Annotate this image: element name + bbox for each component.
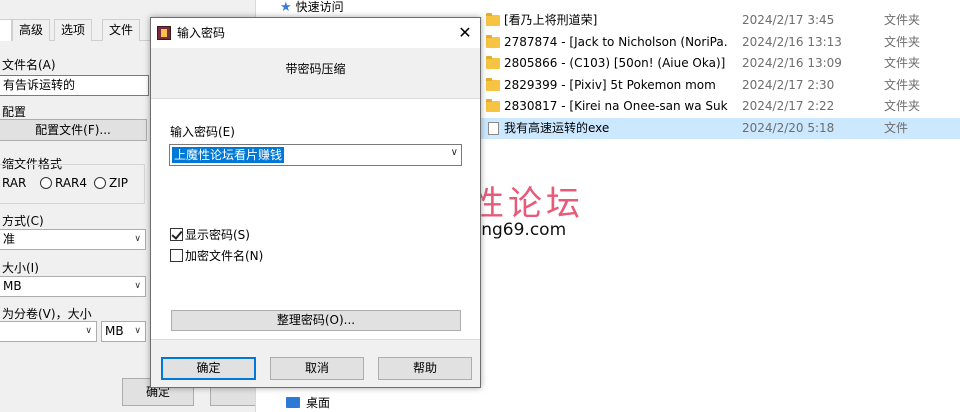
star-icon: ★ — [280, 0, 292, 15]
format-zip-radio[interactable]: ZIP — [94, 176, 128, 190]
nav-quick-access-label: 快速访问 — [295, 0, 344, 14]
file-name: 2829399 - [Pixiv] 5t Pokemon mom （... — [504, 77, 728, 92]
password-label: 输入密码(E) — [170, 125, 235, 139]
file-name: 2830817 - [Kirei na Onee-san wa Suk... — [504, 99, 728, 113]
file-name: 2787874 - [Jack to Nicholson (NoriPa... — [504, 34, 728, 49]
folder-icon — [486, 13, 500, 26]
file-row[interactable]: 2787874 - [Jack to Nicholson (NoriPa... … — [480, 32, 960, 54]
split-volumes-label: 为分卷(V)，大小 — [2, 307, 92, 321]
archive-name-label: 文件名(A) — [2, 58, 56, 72]
split-unit-select[interactable]: MB ∨ — [101, 321, 146, 342]
password-value: 上魔性论坛看片赚钱 — [172, 147, 285, 163]
file-name: 我有高速运转的exe — [504, 120, 610, 135]
dialog-title: 输入密码 — [177, 26, 226, 40]
file-row-selected[interactable]: 我有高速运转的exe 2024/2/20 5:18 文件 — [480, 117, 960, 139]
chevron-down-icon: ∨ — [134, 234, 141, 244]
file-date: 2024/2/20 5:18 — [742, 120, 835, 135]
format-rar-radio[interactable]: RAR — [2, 176, 26, 190]
file-row[interactable]: [看乃上将刑道荣] 2024/2/17 3:45 文件夹 — [480, 10, 960, 32]
format-rar4-radio[interactable]: RAR4 — [40, 176, 87, 190]
chevron-down-icon[interactable]: ∨ — [451, 147, 458, 158]
dialog-subtitle: 带密码压缩 — [285, 62, 346, 76]
help-button[interactable]: 帮助 — [378, 357, 472, 380]
organize-passwords-button[interactable]: 整理密码(O)... — [171, 310, 461, 331]
password-pane: 输入密码(E) 上魔性论坛看片赚钱 ∨ 显示密码(S) 加密文件名(N) 整理密… — [151, 98, 480, 340]
tab-files[interactable]: 文件 — [102, 19, 141, 41]
password-dialog: 输入密码 ✕ 带密码压缩 输入密码(E) 上魔性论坛看片赚钱 ∨ 显示密码(S)… — [150, 17, 481, 388]
folder-icon — [486, 34, 500, 48]
show-password-checkbox[interactable]: 显示密码(S) — [170, 226, 250, 243]
dictionary-size-label: 大小(I) — [2, 261, 39, 275]
chevron-down-icon: ∨ — [134, 326, 141, 336]
file-type: 文件夹 — [884, 56, 921, 70]
folder-icon — [486, 77, 500, 91]
file-icon — [488, 121, 499, 135]
background-tab-stub[interactable] — [0, 19, 12, 41]
file-date: 2024/2/16 13:13 — [742, 34, 842, 49]
chevron-down-icon: ∨ — [134, 281, 141, 291]
checkbox-checked-icon — [170, 228, 183, 241]
close-icon: ✕ — [458, 23, 472, 42]
profile-label: 配置 — [2, 105, 27, 119]
file-list: [看乃上将刑道荣] 2024/2/17 3:45 文件夹 2787874 - [… — [480, 10, 960, 139]
compression-method-select[interactable]: 准 ∨ — [0, 229, 146, 250]
checkbox-unchecked-icon — [170, 249, 183, 262]
tab-options[interactable]: 选项 — [54, 19, 93, 41]
close-button[interactable]: ✕ — [450, 18, 480, 48]
file-date: 2024/2/16 13:09 — [742, 56, 842, 70]
ok-button[interactable]: 确定 — [161, 357, 256, 380]
file-name: 2805866 - (C103) [50on! (Aiue Oka)] ... — [504, 56, 728, 70]
archive-name-input[interactable]: 有告诉运转的 — [0, 75, 149, 96]
radio-icon — [40, 177, 52, 189]
file-row[interactable]: 2805866 - (C103) [50on! (Aiue Oka)] ... … — [480, 53, 960, 75]
split-size-input[interactable]: ∨ — [0, 321, 97, 342]
show-password-label: 显示密码(S) — [185, 228, 250, 242]
winrar-icon — [157, 26, 171, 40]
dictionary-size-select[interactable]: MB ∨ — [0, 276, 146, 297]
radio-icon — [94, 177, 106, 189]
file-type: 文件夹 — [884, 34, 921, 49]
desktop-icon — [286, 397, 300, 408]
password-input[interactable]: 上魔性论坛看片赚钱 ∨ — [169, 144, 462, 166]
dialog-titlebar[interactable]: 输入密码 ✕ — [151, 18, 480, 48]
file-type: 文件夹 — [884, 77, 921, 92]
cancel-button[interactable]: 取消 — [270, 357, 364, 380]
tab-advanced[interactable]: 高级 — [12, 19, 51, 41]
encrypt-names-checkbox[interactable]: 加密文件名(N) — [170, 247, 263, 264]
file-type: 文件夹 — [884, 13, 921, 27]
folder-icon — [486, 56, 500, 69]
file-date: 2024/2/17 3:45 — [742, 13, 835, 27]
chevron-down-icon: ∨ — [85, 326, 92, 336]
profile-button[interactable]: 配置文件(F)... — [0, 119, 147, 141]
file-row[interactable]: 2829399 - [Pixiv] 5t Pokemon mom （... 20… — [480, 75, 960, 97]
nav-quick-access[interactable]: ★ 快速访问 — [280, 0, 344, 16]
folder-icon — [486, 99, 500, 112]
file-date: 2024/2/17 2:22 — [742, 99, 835, 113]
nav-desktop-label: 桌面 — [306, 396, 331, 410]
file-type: 文件 — [884, 120, 909, 135]
file-name: [看乃上将刑道荣] — [504, 13, 598, 27]
file-row[interactable]: 2830817 - [Kirei na Onee-san wa Suk... 2… — [480, 96, 960, 118]
nav-desktop[interactable]: 桌面 — [286, 394, 330, 412]
file-date: 2024/2/17 2:30 — [742, 77, 835, 92]
encrypt-names-label: 加密文件名(N) — [185, 249, 264, 263]
compression-method-label: 方式(C) — [2, 214, 44, 228]
file-type: 文件夹 — [884, 99, 921, 113]
